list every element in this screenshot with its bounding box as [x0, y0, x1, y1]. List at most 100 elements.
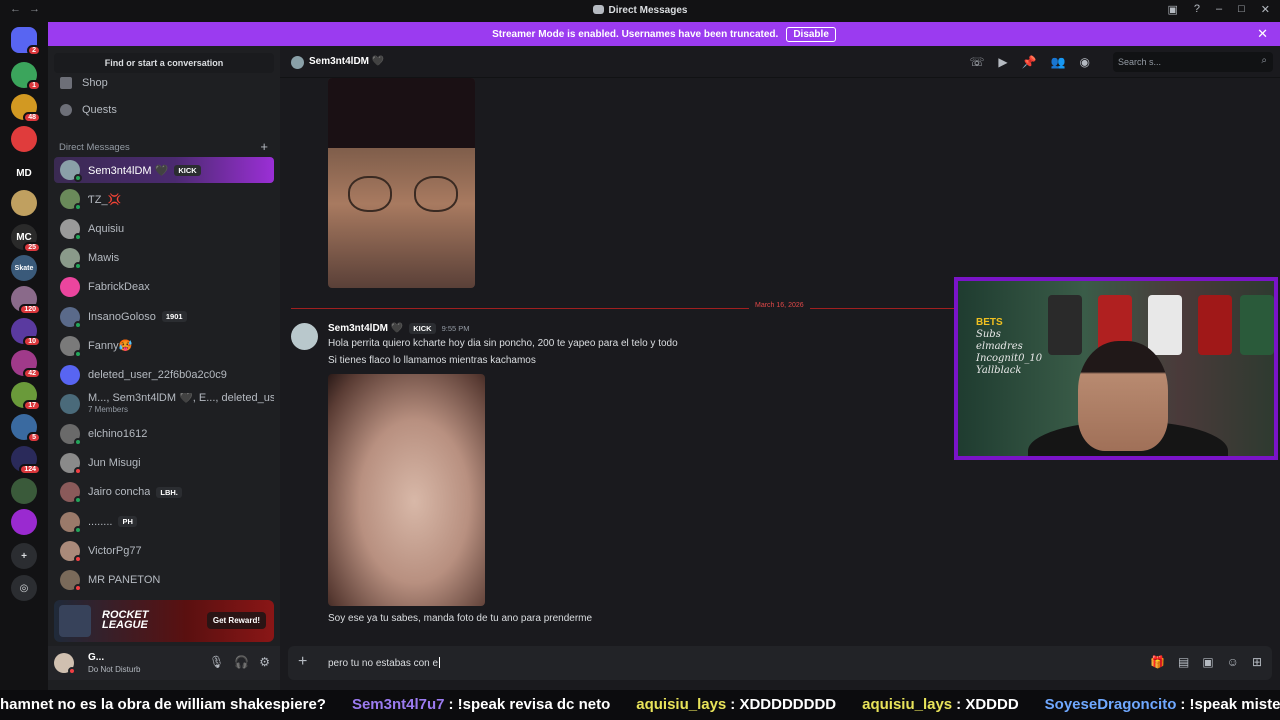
- dm-name: Mawis: [88, 251, 120, 264]
- server-icon[interactable]: 42: [11, 350, 41, 379]
- server-icon[interactable]: Skate: [11, 255, 37, 281]
- server-icon[interactable]: [11, 478, 37, 504]
- dm-name: FabrickDeax: [88, 281, 150, 294]
- attach-plus-icon[interactable]: +: [298, 653, 307, 671]
- server-icon[interactable]: 120: [11, 286, 41, 315]
- message-image-1[interactable]: [328, 78, 475, 288]
- maximize-icon[interactable]: □: [1238, 3, 1245, 16]
- user-profile-icon[interactable]: ◉: [1080, 55, 1090, 69]
- dm-item[interactable]: Fanny🥵: [54, 333, 274, 359]
- quests-icon: [60, 104, 72, 116]
- message-line: Si tienes flaco lo llamamos mientras kac…: [328, 355, 536, 366]
- dm-item[interactable]: Mawis: [54, 245, 274, 271]
- channel-name: Sem3nt4lDM 🖤: [309, 56, 385, 67]
- dm-item[interactable]: InsanoGoloso 1901: [54, 304, 274, 330]
- dm-avatar: [60, 189, 82, 212]
- server-icon[interactable]: 48: [11, 94, 41, 123]
- dm-item[interactable]: Jun Misugi: [54, 450, 274, 476]
- emoji-icon[interactable]: ☺: [1227, 655, 1239, 669]
- dm-item[interactable]: M..., Sem3nt4lDM 🖤, E..., deleted_us... 7…: [54, 391, 274, 417]
- nav-shop[interactable]: Shop: [60, 77, 108, 89]
- dm-item[interactable]: FabrickDeax: [54, 274, 274, 300]
- sticker-icon[interactable]: ▣: [1202, 655, 1213, 669]
- server-icon[interactable]: 124: [11, 446, 41, 475]
- create-dm-icon[interactable]: +: [260, 139, 268, 154]
- server-icon[interactable]: [11, 509, 37, 535]
- voice-call-icon[interactable]: ☏: [969, 55, 984, 69]
- server-icon[interactable]: 17: [11, 382, 41, 411]
- presence-status-icon: [74, 174, 82, 182]
- dm-item[interactable]: VictorPg77: [54, 538, 274, 564]
- dm-name: Sem3nt4lDM 🖤: [88, 164, 169, 177]
- composer-text[interactable]: pero tu no estabas con e: [328, 657, 440, 669]
- close-window-icon[interactable]: ✕: [1261, 3, 1270, 16]
- apps-icon[interactable]: ⊞: [1252, 655, 1262, 669]
- disable-streamer-mode-button[interactable]: Disable: [786, 26, 836, 42]
- voice-controls: 🎙 🎧 ⚙: [209, 655, 270, 669]
- message-author[interactable]: Sem3nt4lDM 🖤: [328, 323, 403, 334]
- settings-gear-icon[interactable]: ⚙: [259, 655, 270, 669]
- user-avatar[interactable]: [54, 653, 76, 675]
- user-name[interactable]: G...: [88, 652, 104, 663]
- dm-item[interactable]: ........ PH: [54, 509, 274, 535]
- pinned-messages-icon[interactable]: 📌: [1022, 55, 1037, 69]
- server-icon[interactable]: [11, 126, 37, 152]
- dm-avatar: [60, 160, 82, 182]
- presence-status-icon: [74, 261, 82, 270]
- add-friends-icon[interactable]: 👥: [1051, 55, 1066, 69]
- dm-item[interactable]: Sem3nt4lDM 🖤 KICK: [54, 157, 274, 183]
- dm-item[interactable]: MR PANETON: [54, 567, 274, 593]
- add-server-icon[interactable]: +: [11, 543, 37, 569]
- search-input[interactable]: Search s... ⌕: [1113, 52, 1273, 72]
- dm-avatar: [60, 277, 80, 298]
- server-icon[interactable]: 1: [11, 62, 41, 91]
- presence-status-icon: [74, 554, 82, 563]
- dm-name: elchino1612: [88, 427, 148, 440]
- dm-item[interactable]: Aquisiu: [54, 216, 274, 242]
- discover-icon[interactable]: ◎: [11, 575, 37, 601]
- gift-icon[interactable]: 🎁: [1150, 655, 1165, 669]
- server-icon[interactable]: [11, 190, 37, 216]
- window-title: Direct Messages: [0, 5, 1280, 16]
- presence-status-icon: [74, 525, 82, 534]
- dm-avatar: [60, 482, 82, 505]
- dm-item[interactable]: deleted_user_22f6b0a2c0c9: [54, 362, 274, 388]
- server-icon[interactable]: MD: [11, 160, 37, 186]
- minimize-icon[interactable]: –: [1216, 3, 1222, 16]
- find-conversation-button[interactable]: Find or start a conversation: [54, 53, 274, 73]
- dm-name: Jun Misugi: [88, 457, 141, 469]
- message-composer[interactable]: + pero tu no estabas con e 🎁 ▤ ▣ ☺ ⊞: [288, 646, 1272, 680]
- rocket-league-promo[interactable]: ROCKET LEAGUE Get Reward!: [54, 600, 274, 642]
- nav-quests[interactable]: Quests: [60, 104, 117, 116]
- server-icon[interactable]: 2: [11, 27, 41, 56]
- dm-item[interactable]: Jairo concha LBH.: [54, 479, 274, 505]
- rocket-league-logo: ROCKET LEAGUE: [102, 609, 149, 631]
- dm-item[interactable]: ƬZ_💢: [54, 186, 274, 212]
- presence-status-icon: [74, 320, 82, 329]
- window-controls: ▣ ? – □ ✕: [1167, 3, 1270, 16]
- message-line: Hola perrita quiero kcharte hoy dia sin …: [328, 338, 678, 349]
- dm-item[interactable]: elchino1612: [54, 421, 274, 447]
- get-reward-button[interactable]: Get Reward!: [206, 612, 266, 629]
- inbox-icon[interactable]: ▣: [1167, 3, 1177, 16]
- server-icon[interactable]: MC 25: [11, 224, 41, 253]
- ticker-message: aquisiu_lays: XDDDD: [862, 696, 1023, 713]
- header-toolbar: ☏ ▶ 📌 👥 ◉: [969, 55, 1090, 69]
- message-timestamp: 9:55 PM: [441, 324, 470, 333]
- close-banner-icon[interactable]: ✕: [1257, 26, 1268, 42]
- server-icon[interactable]: 10: [11, 318, 41, 347]
- dnd-status-icon: [68, 667, 76, 675]
- divider-date: March 16, 2026: [749, 302, 810, 309]
- message-image-2[interactable]: [328, 374, 485, 606]
- server-icon[interactable]: 5: [11, 414, 41, 443]
- microphone-icon[interactable]: 🎙: [209, 655, 224, 669]
- chat-header: Sem3nt4lDM 🖤 ☏ ▶ 📌 👥 ◉ Search s... ⌕: [280, 46, 1280, 78]
- ticker-text: : XDDDDDDDD: [730, 696, 837, 713]
- dm-name: Fanny🥵: [88, 340, 133, 353]
- gif-icon[interactable]: ▤: [1178, 655, 1189, 669]
- message-avatar[interactable]: [291, 323, 318, 350]
- video-call-icon[interactable]: ▶: [998, 55, 1007, 69]
- headphones-icon[interactable]: 🎧: [234, 655, 249, 669]
- help-icon[interactable]: ?: [1194, 3, 1200, 16]
- shop-icon: [60, 77, 72, 89]
